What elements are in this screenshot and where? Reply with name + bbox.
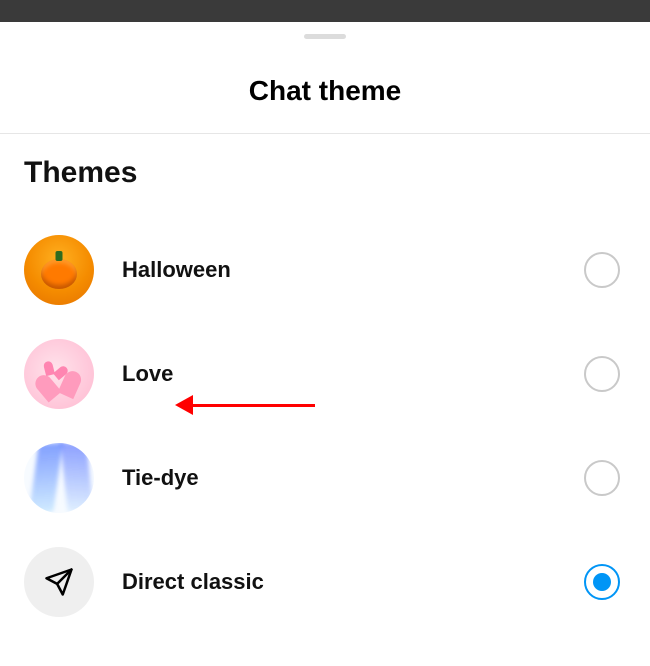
page-title: Chat theme xyxy=(0,75,650,107)
theme-swatch-love xyxy=(24,339,94,409)
theme-radio-tie-dye[interactable] xyxy=(584,460,620,496)
theme-label: Direct classic xyxy=(122,569,584,595)
theme-radio-halloween[interactable] xyxy=(584,252,620,288)
theme-radio-love[interactable] xyxy=(584,356,620,392)
heart-icon xyxy=(41,364,75,396)
theme-label: Love xyxy=(122,361,584,387)
pumpkin-icon xyxy=(41,259,77,289)
theme-radio-direct-classic[interactable] xyxy=(584,564,620,600)
theme-swatch-halloween xyxy=(24,235,94,305)
paper-plane-icon xyxy=(44,567,74,597)
theme-row-love[interactable]: Love xyxy=(24,322,626,426)
theme-label: Halloween xyxy=(122,257,584,283)
theme-row-halloween[interactable]: Halloween xyxy=(24,218,626,322)
theme-sheet: Chat theme Themes Halloween Love xyxy=(0,34,650,634)
theme-swatch-direct-classic xyxy=(24,547,94,617)
theme-row-tie-dye[interactable]: Tie-dye xyxy=(24,426,626,530)
theme-list: Halloween Love Tie-dye xyxy=(24,218,626,634)
theme-label: Tie-dye xyxy=(122,465,584,491)
section-title: Themes xyxy=(24,156,626,190)
theme-row-direct-classic[interactable]: Direct classic xyxy=(24,530,626,634)
status-bar-dim xyxy=(0,0,650,22)
sheet-grabber[interactable] xyxy=(304,34,346,39)
theme-swatch-tie-dye xyxy=(24,443,94,513)
